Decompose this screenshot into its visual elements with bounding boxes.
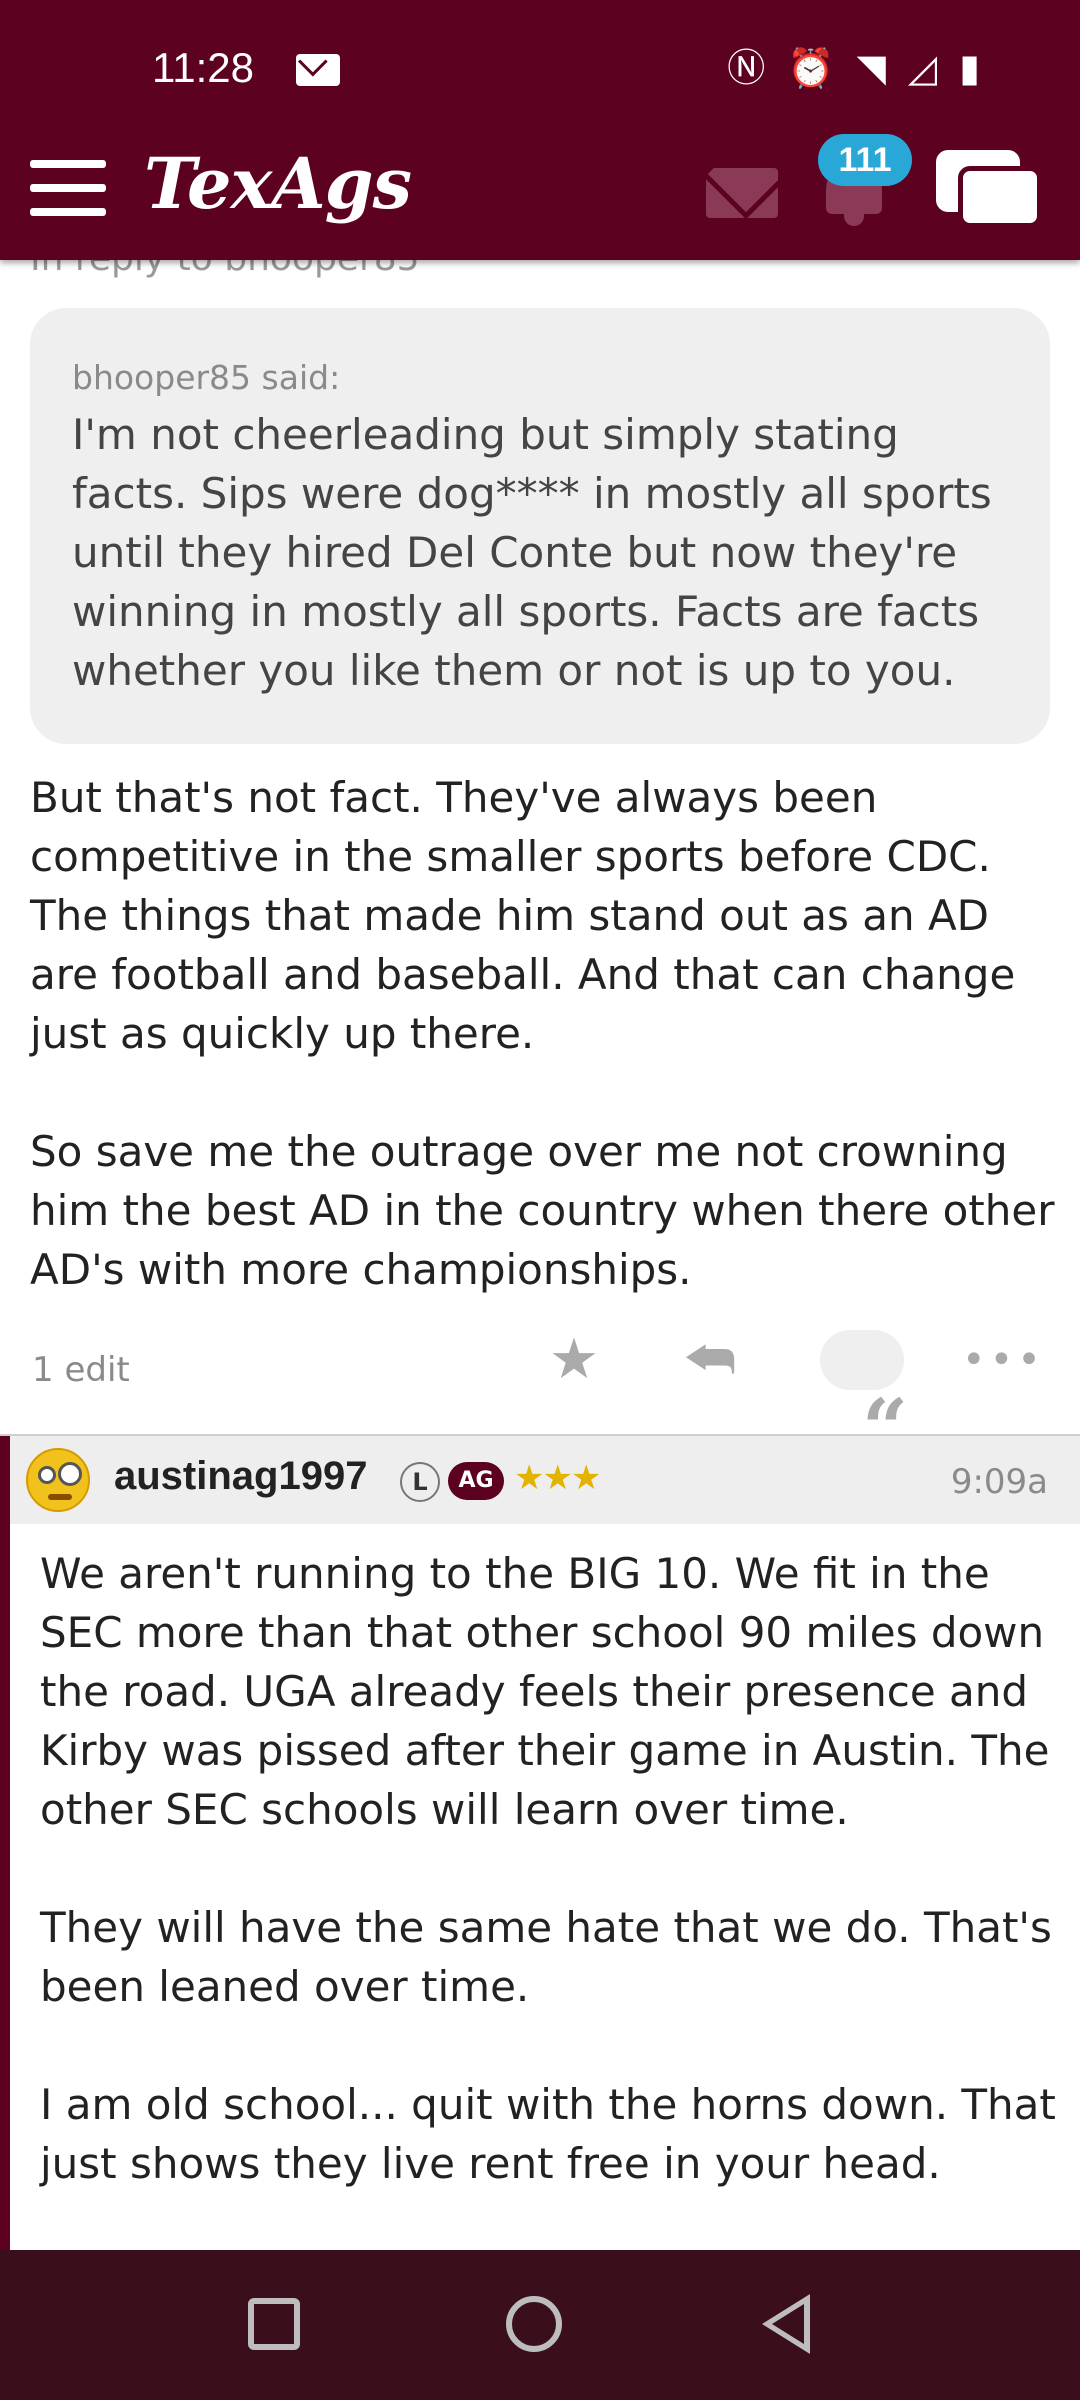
edit-count[interactable]: 1 edit (32, 1350, 130, 1390)
avatar-eye (38, 1466, 56, 1484)
menu-line (30, 160, 106, 168)
status-time: 11:28 (152, 44, 254, 91)
menu-line (30, 208, 106, 216)
quote-author: bhooper85 said: (72, 358, 341, 397)
alarm-icon: ⏰ (787, 46, 835, 90)
wifi-icon: ◥ (856, 46, 886, 90)
quote-text: I'm not cheerleading but simply stating … (72, 410, 992, 695)
post-body: We aren't running to the BIG 10. We fit … (40, 1549, 1056, 2188)
post-body: But that's not fact. They've always been… (30, 773, 1055, 1294)
messages-icon[interactable] (706, 168, 778, 218)
more-options-icon[interactable]: ••• (962, 1330, 1041, 1390)
post-actions: 1 edit ★ ⮪ “ ••• (0, 1320, 1080, 1476)
back-button[interactable] (762, 2294, 810, 2354)
quote-block: bhooper85 said: I'm not cheerleading but… (30, 308, 1050, 744)
avatar[interactable] (26, 1448, 90, 1512)
post-time[interactable]: 9:09a (951, 1462, 1048, 1502)
username[interactable]: austinag1997 (114, 1454, 367, 1499)
mail-notification-icon (296, 54, 340, 86)
recents-button[interactable] (248, 2298, 300, 2350)
post-accent-bar (0, 1436, 10, 2250)
reply-icon[interactable]: ⮪ (680, 1330, 740, 1390)
chat-bubble-front (958, 166, 1042, 228)
app-logo[interactable]: TexAgs (144, 142, 412, 225)
signal-icon: ◿ (907, 46, 938, 90)
star-icon[interactable]: ★ (544, 1330, 604, 1390)
system-navigation-bar (0, 2250, 1080, 2400)
menu-button[interactable] (30, 160, 106, 216)
battery-charging-icon: ▮ (959, 46, 980, 90)
post-header: austinag1997 L AG ★★★ 9:09a (10, 1436, 1080, 1524)
ag-badge: AG (448, 1462, 504, 1500)
app-header: 11:28 Ⓝ ⏰ ◥ ◿ ▮ TexAgs 111 (0, 0, 1080, 260)
notification-count-badge[interactable]: 111 (818, 134, 912, 186)
rating-stars: ★★★ (514, 1458, 601, 1498)
avatar-monocle (58, 1462, 82, 1486)
avatar-mouth (48, 1494, 72, 1500)
chat-icon[interactable] (936, 150, 1046, 234)
status-icons: Ⓝ ⏰ ◥ ◿ ▮ (727, 46, 980, 90)
nfc-icon: Ⓝ (727, 46, 766, 90)
menu-line (30, 184, 106, 192)
lifetime-badge: L (400, 1462, 440, 1502)
quote-icon[interactable]: “ (820, 1330, 908, 1475)
bell-clapper (844, 214, 864, 226)
home-button[interactable] (506, 2296, 562, 2352)
